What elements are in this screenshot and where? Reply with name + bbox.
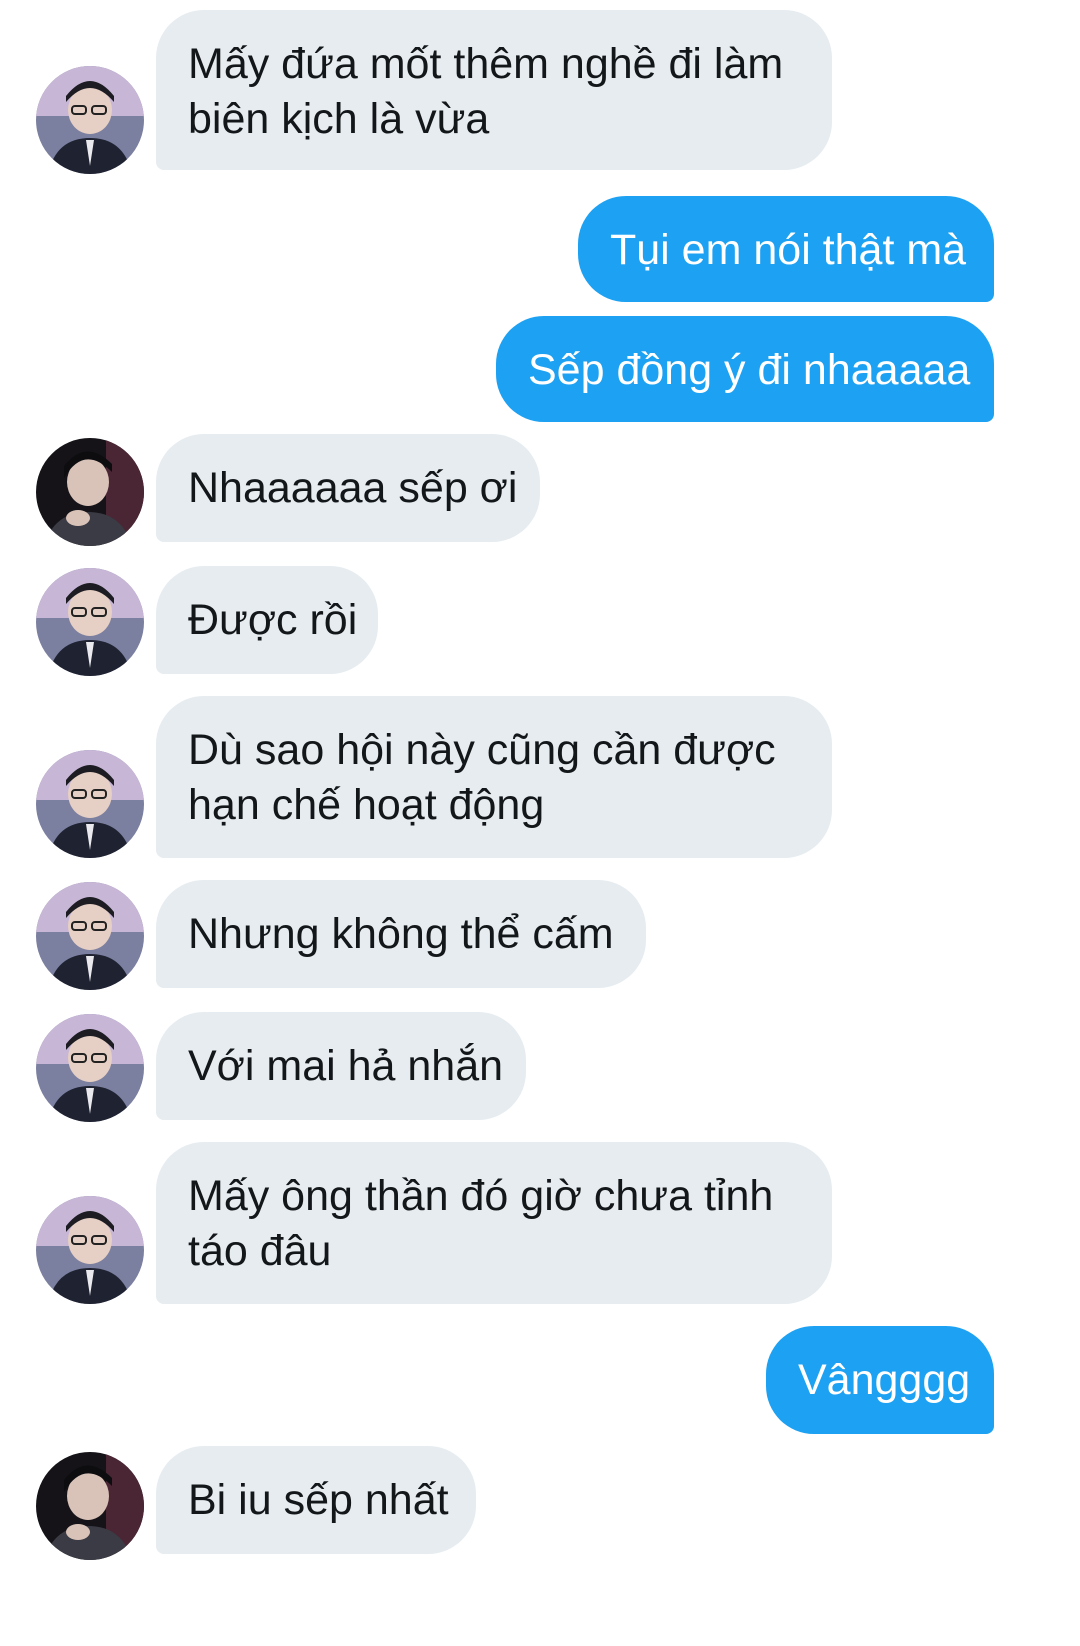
message-bubble[interactable]: Mấy ông thần đó giờ chưa tỉnh táo đâu	[156, 1142, 832, 1304]
message-thread: Mấy đứa mốt thêm nghề đi làm biên kịch l…	[0, 0, 1080, 1646]
avatar[interactable]	[36, 438, 144, 546]
message-bubble[interactable]: Nhaaaaaa sếp ơi	[156, 434, 540, 542]
message-text-line: Mấy đứa mốt thêm nghề đi làm	[188, 40, 784, 88]
avatar[interactable]	[36, 882, 144, 990]
message-bubble[interactable]: Vângggg	[766, 1326, 994, 1434]
avatar[interactable]	[36, 568, 144, 676]
message-text-line: Dù sao hội này cũng cần được	[188, 726, 776, 774]
message-text-line: Với mai hả nhắn	[188, 1042, 504, 1090]
message-text-line: Bi iu sếp nhất	[188, 1476, 449, 1524]
message-text-line: Vângggg	[798, 1356, 971, 1404]
message-bubble[interactable]: Mấy đứa mốt thêm nghề đi làm biên kịch l…	[156, 10, 832, 170]
message-text-line: Tụi em nói thật mà	[610, 226, 967, 274]
message-bubble[interactable]: Dù sao hội này cũng cần được hạn chế hoạ…	[156, 696, 832, 858]
message-text-line: biên kịch là vừa	[188, 95, 490, 143]
message-bubble[interactable]: Tụi em nói thật mà	[578, 196, 994, 302]
avatar[interactable]	[36, 1196, 144, 1304]
message-bubble[interactable]: Sếp đồng ý đi nhaaaaa	[496, 316, 994, 422]
message-bubble[interactable]: Với mai hả nhắn	[156, 1012, 526, 1120]
message-bubble[interactable]: Nhưng không thể cấm	[156, 880, 646, 988]
message-text-line: Sếp đồng ý đi nhaaaaa	[528, 346, 971, 394]
message-text-line: táo đâu	[188, 1227, 332, 1275]
message-text-line: Mấy ông thần đó giờ chưa tỉnh	[188, 1172, 774, 1220]
avatar[interactable]	[36, 66, 144, 174]
message-bubble[interactable]: Được rồi	[156, 566, 378, 674]
avatar[interactable]	[36, 1452, 144, 1560]
message-text-line: Nhaaaaaa sếp ơi	[188, 464, 518, 512]
message-bubble[interactable]: Bi iu sếp nhất	[156, 1446, 476, 1554]
message-text-line: Nhưng không thể cấm	[188, 910, 614, 958]
message-text-line: Được rồi	[188, 596, 358, 644]
avatar[interactable]	[36, 750, 144, 858]
avatar[interactable]	[36, 1014, 144, 1122]
message-text-line: hạn chế hoạt động	[188, 781, 545, 829]
